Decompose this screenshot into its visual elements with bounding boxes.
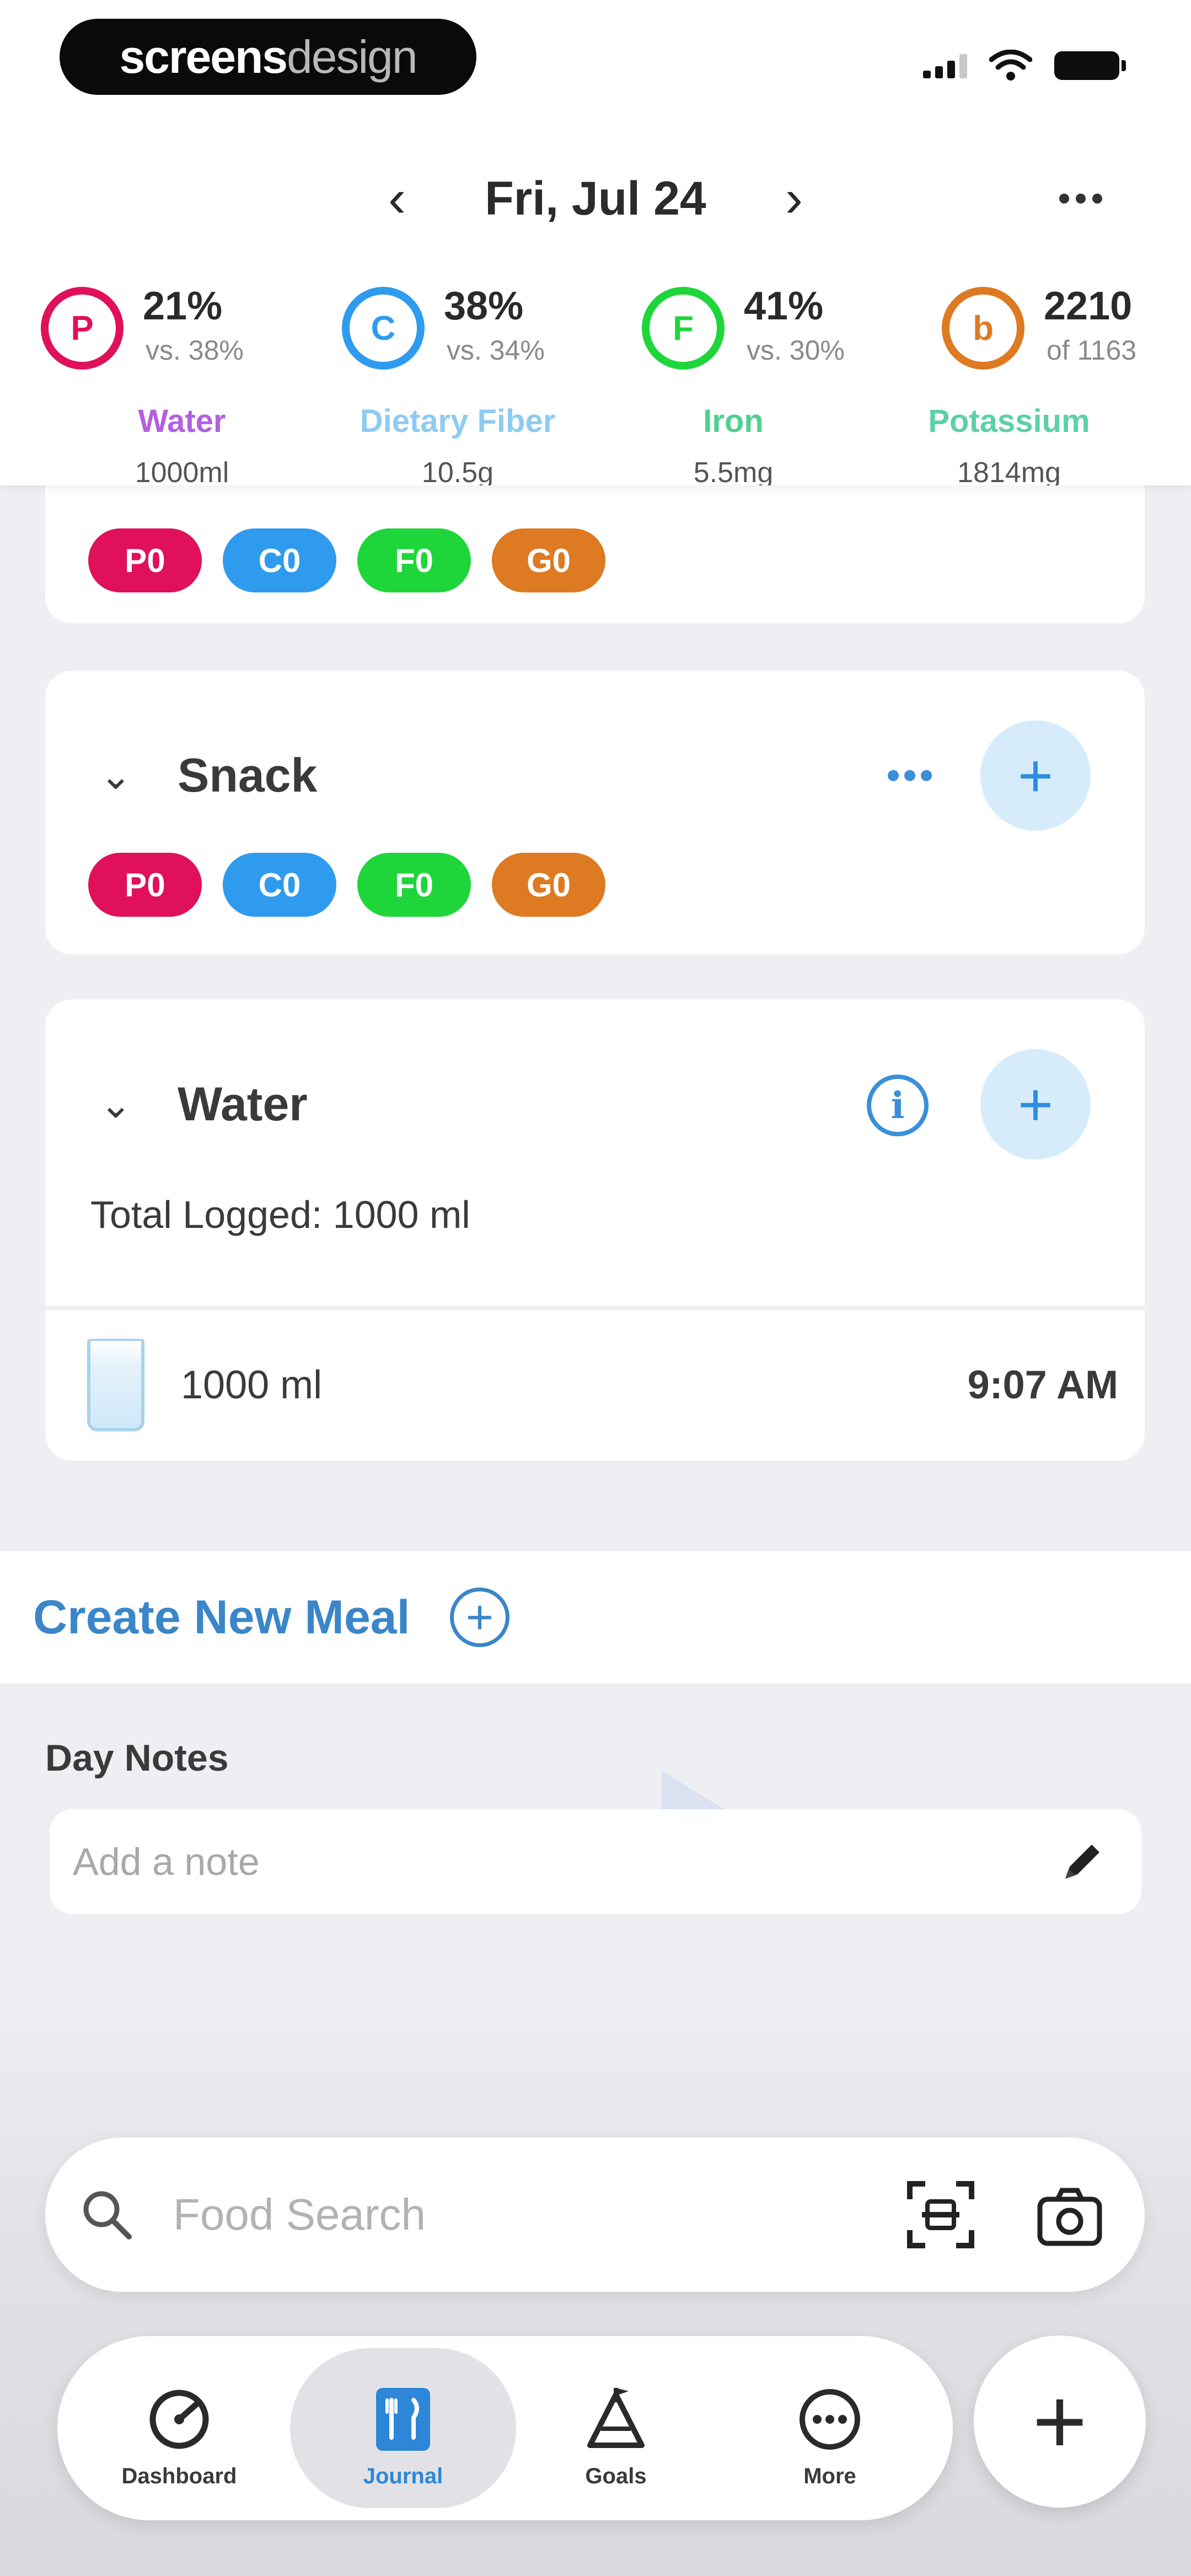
water-entry-row[interactable]: 1000 ml 9:07 AM [45, 1310, 1145, 1461]
macro-percent: 21% [143, 284, 223, 328]
status-bar [923, 50, 1126, 82]
create-new-meal-button[interactable]: Create New Meal + [0, 1551, 1191, 1684]
macro-percent: 2210 [1044, 284, 1133, 328]
nutrient-value: 1814mg [957, 457, 1061, 485]
journal-header: screens design ‹ Fri, Jul 24 › P 21% vs. … [0, 0, 1191, 485]
macro-comparison: vs. 30% [747, 335, 845, 366]
fat-ring-icon: F [642, 287, 725, 370]
food-search-input[interactable] [173, 2160, 890, 2270]
brand-logo: screens design [60, 19, 476, 95]
macro-percent: 38% [444, 284, 524, 328]
more-icon [800, 2389, 860, 2450]
entry-time: 9:07 AM [967, 1363, 1118, 1407]
nutrient-potassium[interactable]: Potassium 1814mg [866, 403, 1152, 485]
barcode-scan-icon[interactable] [905, 2179, 976, 2250]
nutrient-iron[interactable]: Iron 5.5mg [590, 403, 877, 485]
meal-title[interactable]: Snack [178, 720, 317, 831]
carbs-chip: C0 [223, 528, 336, 592]
tab-more[interactable]: More [717, 2348, 943, 2508]
nutrient-value: 10.5g [421, 457, 494, 485]
tab-label: Dashboard [121, 2464, 237, 2488]
previous-day-button[interactable]: ‹ [364, 160, 430, 237]
camera-icon[interactable] [1036, 2184, 1104, 2249]
protein-chip: P0 [88, 853, 202, 917]
next-day-button[interactable]: › [761, 160, 827, 237]
protein-chip: P0 [88, 528, 202, 592]
nutrient-name: Water [138, 403, 226, 439]
meal-header: ⌄ Snack + [45, 720, 1145, 831]
water-glass-icon [87, 1339, 144, 1431]
quick-add-button[interactable]: + [974, 2335, 1146, 2508]
macro-comparison: of 1163 [1047, 335, 1137, 366]
nutrient-name: Potassium [928, 403, 1090, 439]
macro-chips: P0 C0 F0 G0 [88, 528, 605, 592]
total-logged: Total Logged: 1000 ml [90, 1193, 470, 1236]
macro-chips: P0 C0 F0 G0 [88, 853, 605, 917]
brand-logo-part2: design [287, 30, 418, 83]
tab-label: More [803, 2464, 856, 2488]
divider [45, 1306, 1145, 1310]
nutrient-summary: Water 1000ml Dietary Fiber 10.5g Iron 5.… [0, 403, 1191, 485]
nutrient-name: Iron [703, 403, 764, 439]
meal-card-water: ⌄ Water i + Total Logged: 1000 ml 1000 m… [45, 1000, 1145, 1461]
other-chip: G0 [492, 853, 605, 917]
meal-options-button[interactable] [877, 753, 943, 798]
meal-title[interactable]: Water [178, 1049, 308, 1159]
add-food-button[interactable]: + [980, 720, 1091, 831]
macro-percent: 41% [744, 284, 824, 328]
tab-label: Journal [363, 2464, 443, 2488]
other-chip: G0 [492, 528, 605, 592]
wifi-icon [989, 50, 1032, 81]
pencil-icon[interactable] [1058, 1837, 1107, 1886]
journal-icon [376, 2388, 430, 2451]
day-note-input[interactable] [50, 1809, 1141, 1914]
carbs-chip: C0 [223, 853, 336, 917]
collapse-chevron-icon[interactable]: ⌄ [94, 753, 138, 798]
add-water-button[interactable]: + [980, 1049, 1091, 1159]
brand-logo-part1: screens [119, 30, 288, 83]
carbs-ring-icon: C [342, 287, 425, 370]
date-navigator: ‹ Fri, Jul 24 › [0, 160, 1191, 237]
nutrient-water[interactable]: Water 1000ml [39, 403, 325, 485]
entry-amount: 1000 ml [181, 1363, 323, 1407]
battery-icon [1054, 51, 1126, 80]
fat-chip: F0 [357, 853, 471, 917]
goals-icon [587, 2388, 645, 2448]
tab-label: Goals [585, 2464, 647, 2488]
current-date[interactable]: Fri, Jul 24 [430, 160, 761, 237]
fat-chip: F0 [357, 528, 471, 592]
dashboard-icon [149, 2390, 209, 2449]
macro-comparison: vs. 38% [146, 335, 244, 366]
cellular-signal-icon [923, 53, 967, 78]
food-search-bar[interactable] [45, 2137, 1145, 2292]
macro-summary: P 21% vs. 38% C 38% vs. 34% F 41% vs. 30… [0, 276, 1191, 381]
plus-circle-icon: + [450, 1588, 509, 1647]
info-icon[interactable]: i [867, 1075, 929, 1136]
nutrient-name: Dietary Fiber [360, 403, 556, 439]
meal-card-snack: ⌄ Snack + P0 C0 F0 G0 [45, 671, 1145, 954]
protein-ring-icon: P [41, 287, 124, 370]
calories-ring-icon: b [942, 287, 1024, 370]
nutrient-value: 5.5mg [693, 457, 774, 485]
tab-goals[interactable]: Goals [503, 2348, 729, 2508]
tab-journal[interactable]: Journal [290, 2348, 516, 2508]
day-notes-title: Day Notes [45, 1737, 229, 1779]
collapse-chevron-icon[interactable]: ⌄ [94, 1082, 138, 1126]
search-icon [83, 2191, 132, 2240]
meal-header: ⌄ Water i + [45, 1049, 1145, 1159]
tab-dashboard[interactable]: Dashboard [66, 2348, 292, 2508]
more-options-button[interactable] [1048, 160, 1114, 237]
nutrient-value: 1000ml [135, 457, 229, 485]
tab-bar: Dashboard Journal Goals More [57, 2336, 953, 2520]
create-new-meal-label: Create New Meal [33, 1591, 410, 1644]
nutrient-dietary-fiber[interactable]: Dietary Fiber 10.5g [314, 403, 601, 485]
macro-comparison: vs. 34% [447, 335, 545, 366]
